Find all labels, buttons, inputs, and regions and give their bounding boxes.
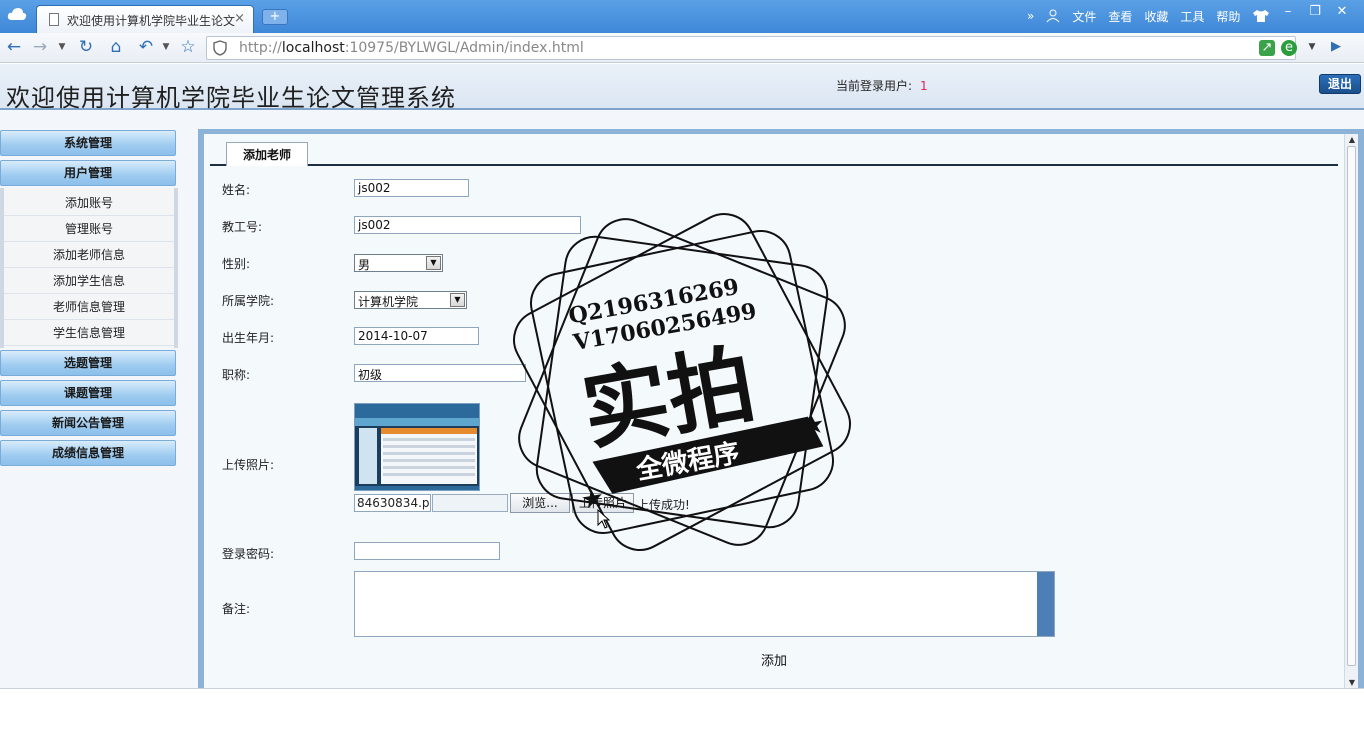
logout-button[interactable]: 退出 — [1319, 74, 1361, 94]
address-url: http://localhost:10975/BYLWGL/Admin/inde… — [239, 40, 584, 56]
browse-button[interactable]: 浏览... — [510, 493, 570, 513]
menu-user[interactable]: 用户管理 — [0, 160, 176, 186]
name-label: 姓名: — [222, 183, 251, 197]
browser-titlebar: 欢迎使用计算机学院毕业生论文 × + » 文件 查看 收藏 工具 帮助 – ❐ … — [0, 0, 1364, 33]
close-window-button[interactable]: ✕ — [1331, 4, 1353, 20]
back-icon[interactable]: ← — [4, 37, 24, 57]
sidebar: 系统管理 用户管理 添加账号 管理账号 添加老师信息 添加学生信息 老师信息管理… — [0, 130, 178, 470]
college-label: 所属学院: — [222, 294, 275, 308]
gender-label: 性别: — [222, 257, 251, 271]
photo-label: 上传照片: — [222, 458, 275, 472]
shield-icon — [213, 40, 227, 56]
skin-icon[interactable] — [1252, 9, 1270, 23]
browser-tab[interactable]: 欢迎使用计算机学院毕业生论文 × — [36, 5, 254, 33]
favorite-star-icon[interactable]: ☆ — [178, 37, 198, 57]
menu-view[interactable]: 查看 — [1108, 8, 1132, 25]
gender-value: 男 — [358, 258, 371, 272]
user-submenu: 添加账号 管理账号 添加老师信息 添加学生信息 老师信息管理 学生信息管理 — [0, 188, 178, 348]
user-icon[interactable] — [1046, 9, 1060, 23]
go-icon[interactable]: ▶ — [1326, 37, 1346, 57]
system-header: 欢迎使用计算机学院毕业生论文管理系统 当前登录用户: 1 退出 — [0, 64, 1364, 112]
job-title-field[interactable]: 初级 — [354, 364, 526, 382]
scroll-thumb[interactable] — [1347, 146, 1356, 666]
new-tab-button[interactable]: + — [262, 9, 288, 25]
login-info: 当前登录用户: 1 — [836, 79, 928, 93]
browser-menu: » 文件 查看 收藏 工具 帮助 — [1027, 6, 1270, 26]
remark-textarea[interactable] — [354, 571, 1055, 637]
history-dropdown-icon[interactable]: ▼ — [52, 37, 72, 57]
password-field[interactable] — [354, 542, 500, 560]
chevron-down-icon: ▼ — [450, 293, 465, 307]
menu-file[interactable]: 文件 — [1072, 8, 1096, 25]
refresh-icon[interactable]: ↻ — [76, 37, 96, 57]
password-label: 登录密码: — [222, 547, 275, 561]
menu-score[interactable]: 成绩信息管理 — [0, 440, 176, 466]
home-icon[interactable]: ⌂ — [106, 37, 126, 57]
menu-news[interactable]: 新闻公告管理 — [0, 410, 176, 436]
content-frame: 添加老师 姓名: js002 教工号: js002 性别: 男 ▼ 所属学院: … — [198, 129, 1364, 688]
ie-compat-icon[interactable]: e — [1281, 40, 1297, 56]
scroll-down-icon[interactable]: ▼ — [1347, 678, 1357, 687]
form-tabbar: 添加老师 — [210, 141, 1338, 166]
browser-navbar: ← → ▼ ↻ ⌂ ↶ ▼ ☆ http://localhost:10975/B… — [0, 33, 1364, 63]
sidebar-item-manage-account[interactable]: 管理账号 — [4, 216, 174, 242]
gender-select[interactable]: 男 ▼ — [354, 254, 443, 272]
cloud-icon — [7, 8, 27, 20]
form-panel: 添加老师 姓名: js002 教工号: js002 性别: 男 ▼ 所属学院: … — [204, 134, 1358, 688]
menu-topic[interactable]: 课题管理 — [0, 380, 176, 406]
more-icon[interactable]: » — [1027, 9, 1034, 23]
sidebar-item-add-account[interactable]: 添加账号 — [4, 190, 174, 216]
name-field[interactable]: js002 — [354, 179, 469, 197]
login-user: 1 — [920, 79, 928, 93]
address-dropdown-icon[interactable]: ▼ — [1302, 37, 1322, 57]
tab-add-teacher[interactable]: 添加老师 — [226, 142, 308, 166]
birth-label: 出生年月: — [222, 331, 275, 345]
chevron-down-icon: ▼ — [426, 256, 441, 270]
tab-title: 欢迎使用计算机学院毕业生论文 — [67, 14, 236, 28]
address-bar[interactable]: http://localhost:10975/BYLWGL/Admin/inde… — [206, 36, 1297, 60]
share-icon[interactable]: ↗ — [1259, 40, 1275, 56]
textarea-scrollbar[interactable] — [1037, 572, 1054, 636]
forward-icon[interactable]: → — [30, 37, 50, 57]
sidebar-item-teacher-manage[interactable]: 老师信息管理 — [4, 294, 174, 320]
menu-tools[interactable]: 工具 — [1180, 8, 1204, 25]
sidebar-item-add-teacher[interactable]: 添加老师信息 — [4, 242, 174, 268]
staff-id-label: 教工号: — [222, 220, 263, 234]
birth-field[interactable]: 2014-10-07 — [354, 327, 479, 345]
undo-icon[interactable]: ↶ — [136, 37, 156, 57]
mouse-cursor-icon — [597, 509, 611, 529]
restore-button[interactable]: ❐ — [1304, 4, 1326, 20]
remark-label: 备注: — [222, 602, 251, 616]
upload-path-field[interactable] — [432, 494, 508, 512]
teacher-photo — [354, 403, 480, 491]
document-icon — [49, 13, 59, 26]
status-area — [0, 688, 1364, 729]
upload-status: 上传成功! — [637, 498, 690, 512]
menu-favorites[interactable]: 收藏 — [1144, 8, 1168, 25]
tab-close-button[interactable]: × — [234, 11, 245, 26]
minimize-button[interactable]: – — [1277, 4, 1299, 20]
frame-scrollbar[interactable]: ▲ ▼ — [1344, 134, 1358, 688]
undo-dropdown-icon[interactable]: ▼ — [156, 37, 176, 57]
staff-id-field[interactable]: js002 — [354, 216, 581, 234]
scroll-up-icon[interactable]: ▲ — [1347, 135, 1357, 144]
upload-filename[interactable]: 84630834.p — [354, 494, 431, 512]
menu-topic-select[interactable]: 选题管理 — [0, 350, 176, 376]
page: 欢迎使用计算机学院毕业生论文管理系统 当前登录用户: 1 退出 系统管理 用户管理… — [0, 64, 1364, 688]
sidebar-item-student-manage[interactable]: 学生信息管理 — [4, 320, 174, 346]
college-select[interactable]: 计算机学院 ▼ — [354, 291, 467, 309]
sidebar-item-add-student[interactable]: 添加学生信息 — [4, 268, 174, 294]
system-title: 欢迎使用计算机学院毕业生论文管理系统 — [6, 84, 456, 112]
menu-help[interactable]: 帮助 — [1216, 8, 1240, 25]
college-value: 计算机学院 — [358, 295, 419, 309]
add-button[interactable]: 添加 — [761, 650, 787, 669]
menu-system[interactable]: 系统管理 — [0, 130, 176, 156]
job-title-label: 职称: — [222, 368, 251, 382]
